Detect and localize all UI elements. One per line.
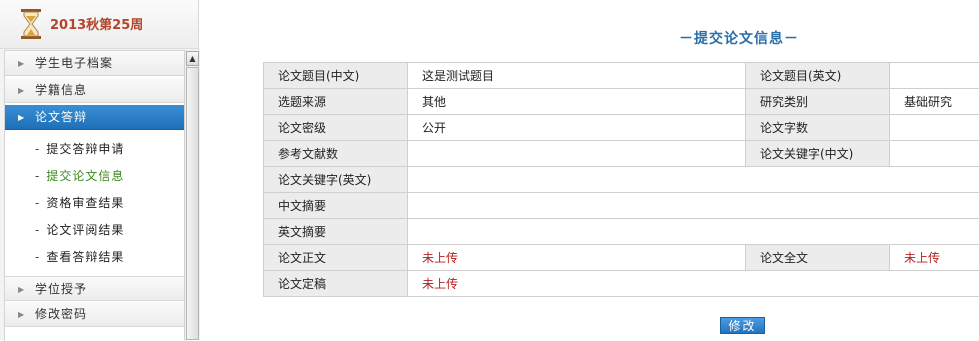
table-row: 中文摘要 xyxy=(264,193,979,219)
thesis-full-text-status: 未上传 xyxy=(890,245,979,271)
term-title: 2013秋第25周 xyxy=(50,14,143,33)
field-label: 论文字数 xyxy=(746,115,890,141)
table-row: 论文密级 公开 论文字数 xyxy=(264,115,979,141)
field-label: 论文正文 xyxy=(264,245,408,271)
sidebar-item-label: 论文答辩 xyxy=(35,105,87,130)
table-row: 选题来源 其他 研究类别 基础研究 xyxy=(264,89,979,115)
sidebar-item-label: 学位授予 xyxy=(35,277,87,302)
term-header: 2013秋第25周 xyxy=(0,0,198,49)
field-label: 论文全文 xyxy=(746,245,890,271)
submenu-item-label: 提交答辩申请 xyxy=(46,142,124,156)
keywords-en-value xyxy=(408,167,979,193)
field-label: 论文密级 xyxy=(264,115,408,141)
submenu-item-label: 提交论文信息 xyxy=(46,169,124,183)
arrow-right-icon: ▶ xyxy=(18,78,24,103)
field-label: 论文题目(英文) xyxy=(746,63,890,89)
keywords-cn-value xyxy=(890,141,979,167)
submenu-item-defense-result[interactable]: -查看答辩结果 xyxy=(35,247,124,267)
arrow-right-icon: ▶ xyxy=(18,277,24,302)
table-row: 论文定稿 未上传 xyxy=(264,271,979,297)
hourglass-icon xyxy=(20,9,42,39)
submenu-item-qualification-result[interactable]: -资格审查结果 xyxy=(35,193,124,213)
field-label: 论文关键字(英文) xyxy=(264,167,408,193)
sidebar: 2013秋第25周 ▶ 学生电子档案 ▶ 学籍信息 ▶ 论文答辩 -提交答辩申请… xyxy=(0,0,199,340)
scroll-up-arrow-icon[interactable]: ▲ xyxy=(186,51,199,66)
thesis-title-cn-value: 这是测试题目 xyxy=(408,63,746,89)
sidebar-item-label: 学籍信息 xyxy=(35,78,87,103)
sidebar-item-degree-conferral[interactable]: ▶ 学位授予 xyxy=(5,276,185,301)
sidebar-item-student-archive[interactable]: ▶ 学生电子档案 xyxy=(5,51,185,76)
scroll-thumb[interactable] xyxy=(186,67,199,340)
table-row: 参考文献数 论文关键字(中文) xyxy=(264,141,979,167)
arrow-right-icon: ▶ xyxy=(18,302,24,327)
sidebar-item-label: 学生电子档案 xyxy=(35,51,113,76)
edit-button[interactable]: 修改 xyxy=(720,317,765,334)
sidebar-item-thesis-defense[interactable]: ▶ 论文答辩 xyxy=(5,105,185,130)
field-label: 论文定稿 xyxy=(264,271,408,297)
submenu-item-review-result[interactable]: -论文评阅结果 xyxy=(35,220,124,240)
thesis-final-status: 未上传 xyxy=(408,271,979,297)
thesis-info-table: 论文题目(中文) 这是测试题目 论文题目(英文) 选题来源 其他 研究类别 基础… xyxy=(263,62,979,297)
submenu-item-submit-defense-application[interactable]: -提交答辩申请 xyxy=(35,139,124,159)
arrow-right-icon: ▶ xyxy=(18,105,24,130)
abstract-en-value xyxy=(408,219,979,245)
table-row: 论文关键字(英文) xyxy=(264,167,979,193)
research-category-value: 基础研究 xyxy=(890,89,979,115)
submenu-item-label: 论文评阅结果 xyxy=(46,223,124,237)
page-title: －提交论文信息－ xyxy=(679,28,799,48)
field-label: 中文摘要 xyxy=(264,193,408,219)
field-label: 研究类别 xyxy=(746,89,890,115)
sidebar-scrollbar[interactable]: ▲ xyxy=(184,50,200,340)
thesis-body-status: 未上传 xyxy=(408,245,746,271)
sidebar-item-label: 修改密码 xyxy=(35,302,87,327)
table-row: 英文摘要 xyxy=(264,219,979,245)
field-label: 论文关键字(中文) xyxy=(746,141,890,167)
field-label: 论文题目(中文) xyxy=(264,63,408,89)
word-count-value xyxy=(890,115,979,141)
security-level-value: 公开 xyxy=(408,115,746,141)
sidebar-item-change-password[interactable]: ▶ 修改密码 xyxy=(5,302,185,327)
abstract-cn-value xyxy=(408,193,979,219)
submenu-item-label: 资格审查结果 xyxy=(46,196,124,210)
submenu-item-submit-thesis-info[interactable]: -提交论文信息 xyxy=(35,166,124,186)
topic-source-value: 其他 xyxy=(408,89,746,115)
field-label: 选题来源 xyxy=(264,89,408,115)
field-label: 英文摘要 xyxy=(264,219,408,245)
arrow-right-icon: ▶ xyxy=(18,51,24,76)
thesis-title-en-value xyxy=(890,63,979,89)
reference-count-value xyxy=(408,141,746,167)
sidebar-menu: ▶ 学生电子档案 ▶ 学籍信息 ▶ 论文答辩 -提交答辩申请 -提交论文信息 -… xyxy=(4,50,186,341)
field-label: 参考文献数 xyxy=(264,141,408,167)
submenu-item-label: 查看答辩结果 xyxy=(46,250,124,264)
table-row: 论文正文 未上传 论文全文 未上传 xyxy=(264,245,979,271)
table-row: 论文题目(中文) 这是测试题目 论文题目(英文) xyxy=(264,63,979,89)
sidebar-item-enrollment-info[interactable]: ▶ 学籍信息 xyxy=(5,78,185,103)
